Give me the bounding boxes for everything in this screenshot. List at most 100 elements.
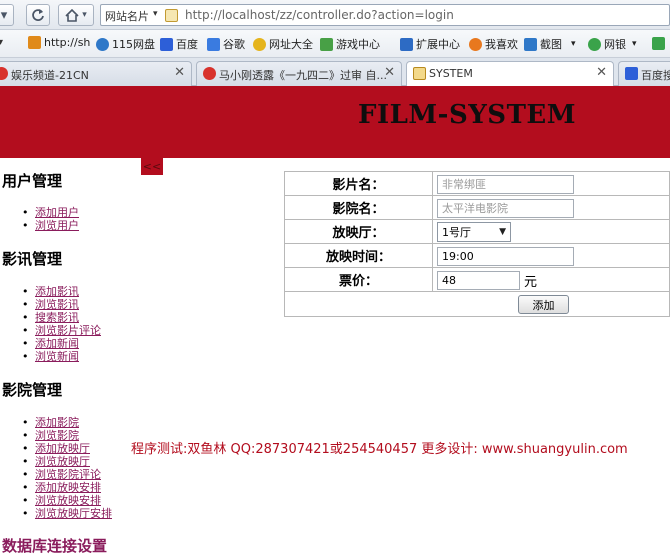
bookmark-item[interactable]: 截图 ▾ [524, 36, 576, 52]
bookmarks-bar: ▾ http://sh 115网盘 百度 谷歌 网址大全 游戏中心 扩展中心 我… [0, 30, 670, 58]
list-item: 浏览放映安排 [22, 494, 112, 507]
url-text[interactable]: http://localhost/zz/controller.do?action… [185, 8, 454, 22]
21cn-icon [203, 67, 216, 80]
sidebar-link[interactable]: 浏览影院评论 [35, 468, 101, 481]
table-row: 票价： 48 元 [284, 267, 670, 292]
bookmark-item[interactable]: 百度 [160, 36, 198, 52]
chevron-down-icon: ▾ [82, 10, 87, 20]
sidebar-link[interactable]: 添加影院 [35, 416, 79, 429]
gamepad-icon [320, 37, 333, 51]
sidebar-link[interactable]: 浏览新闻 [35, 350, 79, 363]
user-links: 添加用户 浏览用户 [22, 206, 79, 232]
hall-label: 放映厅： [284, 219, 433, 244]
site-card-button[interactable]: 网站名片 [105, 8, 149, 24]
tab-baidu[interactable]: 百度搜 [618, 61, 670, 86]
news-links: 添加影讯 浏览影讯 搜索影讯 浏览影片评论 添加新闻 浏览新闻 [22, 285, 101, 363]
list-item: 浏览放映厅 [22, 455, 112, 468]
sidebar-link[interactable]: 添加放映厅 [35, 442, 90, 455]
browse-users-link[interactable]: 浏览用户 [35, 219, 79, 232]
list-item: 添加影院 [22, 416, 112, 429]
home-button[interactable]: ▾ [58, 4, 94, 26]
list-item: 添加放映厅 [22, 442, 112, 455]
cinema-name-label: 影院名： [284, 195, 433, 220]
price-unit: 元 [524, 274, 538, 290]
refresh-button[interactable] [26, 4, 50, 26]
section-cinema-management: 影院管理 [2, 381, 63, 399]
chevron-down-icon: ▾ [153, 9, 158, 19]
table-row: 添加 [284, 291, 670, 317]
tab-entertainment[interactable]: 娱乐频道-21CN ✕ [0, 61, 192, 86]
cloud-drive-icon [96, 37, 109, 51]
bookmark-item[interactable]: 游戏中心 [320, 36, 380, 52]
list-item: 浏览用户 [22, 219, 79, 232]
bookmark-item[interactable]: 我喜欢 [469, 36, 518, 52]
close-icon[interactable]: ✕ [596, 65, 607, 80]
system-favicon-icon [413, 67, 426, 80]
chevron-down-icon: ▼ [499, 226, 506, 237]
hall-select-value: 1号厅 [442, 225, 471, 239]
list-item: 浏览影院 [22, 429, 112, 442]
close-icon[interactable]: ✕ [384, 65, 395, 80]
list-item: 浏览放映厅安排 [22, 507, 112, 520]
price-input[interactable]: 48 [437, 270, 520, 290]
bookmark-item[interactable]: http://sh [28, 36, 90, 49]
baidu-paw-icon [160, 37, 173, 51]
show-time-label: 放映时间： [284, 243, 433, 268]
sidebar-link[interactable]: 搜索影讯 [35, 311, 79, 324]
cinema-links: 添加影院 浏览影院 添加放映厅 浏览放映厅 浏览影院评论 添加放映安排 浏览放映… [22, 416, 112, 520]
list-item: 浏览影院评论 [22, 468, 112, 481]
list-item: 浏览影讯 [22, 298, 101, 311]
dropdown-arrow-button[interactable]: ▾ [0, 4, 14, 26]
sidebar-link[interactable]: 浏览放映安排 [35, 494, 101, 507]
list-item: 添加影讯 [22, 285, 101, 298]
section-user-management: 用户管理 [2, 172, 63, 190]
credit-text: 程序测试:双鱼林 QQ:287307421或254540457 更多设计: ww… [131, 442, 628, 457]
page-title: FILM-SYSTEM [358, 100, 577, 130]
chevron-down-icon: ▾ [571, 39, 576, 49]
hall-select[interactable]: 1号厅 ▼ [437, 221, 511, 242]
address-bar[interactable]: 网站名片 ▾ http://localhost/zz/controller.do… [100, 4, 670, 26]
sidebar-link[interactable]: 浏览影讯 [35, 298, 79, 311]
tab-news[interactable]: 马小刚透露《一九四二》过审 自... ✕ [196, 61, 402, 86]
heart-icon [469, 37, 482, 51]
price-label: 票价： [284, 267, 433, 292]
list-item: 搜索影讯 [22, 311, 101, 324]
bookmark-item[interactable]: 谷歌 [207, 36, 245, 52]
sidebar-link[interactable]: 添加影讯 [35, 285, 79, 298]
table-row: 影院名： 太平洋电影院 [284, 195, 670, 220]
sidebar-link[interactable]: 浏览影片评论 [35, 324, 101, 337]
chevron-down-icon: ▾ [632, 39, 637, 49]
site-favicon-icon [165, 9, 178, 22]
puzzle-icon [400, 37, 413, 51]
sidebar-link[interactable]: 添加新闻 [35, 337, 79, 350]
bookmark-item[interactable]: 115网盘 [96, 36, 155, 52]
baidu-paw-icon [625, 67, 638, 80]
show-time-input[interactable]: 19:00 [437, 246, 574, 266]
cinema-name-input[interactable]: 太平洋电影院 [437, 198, 574, 218]
bookmark-item[interactable]: 网银 ▾ [588, 36, 637, 52]
google-icon [207, 37, 220, 51]
sidebar-link[interactable]: 添加放映安排 [35, 481, 101, 494]
close-icon[interactable]: ✕ [174, 65, 185, 80]
sidebar-link[interactable]: 浏览放映厅安排 [35, 507, 112, 520]
overflow-icon[interactable] [652, 37, 665, 50]
chevron-down-icon[interactable]: ▾ [0, 37, 3, 48]
tab-system[interactable]: SYSTEM ✕ [406, 61, 614, 87]
home-icon [65, 8, 79, 22]
collapse-sidebar-button[interactable]: << [141, 158, 163, 175]
list-item: 添加放映安排 [22, 481, 112, 494]
schedule-form: 影片名： 非常绑匪 影院名： 太平洋电影院 放映厅： 1号厅 ▼ 放映时间： 19… [284, 171, 670, 317]
add-user-link[interactable]: 添加用户 [35, 206, 79, 219]
list-item: 添加用户 [22, 206, 79, 219]
list-item: 浏览影片评论 [22, 324, 101, 337]
bookmark-item[interactable]: 扩展中心 [400, 36, 460, 52]
film-name-input[interactable]: 非常绑匪 [437, 174, 574, 194]
sidebar-link[interactable]: 浏览放映厅 [35, 455, 90, 468]
film-name-label: 影片名： [284, 171, 433, 196]
refresh-icon [32, 9, 44, 21]
sidebar-link[interactable]: 浏览影院 [35, 429, 79, 442]
add-button[interactable]: 添加 [518, 295, 569, 314]
hao123-icon [28, 36, 41, 49]
bookmark-item[interactable]: 网址大全 [253, 36, 313, 52]
header-banner: FILM-SYSTEM [0, 86, 670, 158]
